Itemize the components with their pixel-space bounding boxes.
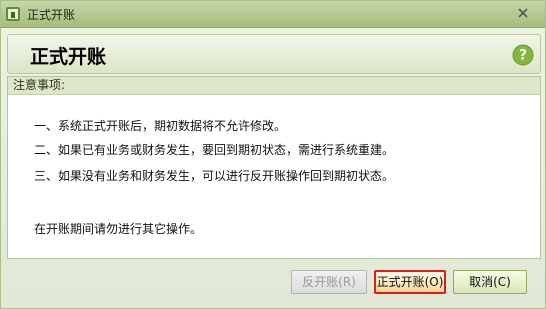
confirm-open-button[interactable]: 正式开账(O) <box>374 270 446 294</box>
window-title: 正式开账 <box>27 8 76 22</box>
note-item-3: 三、如果没有业务和财务发生，可以进行反开账操作回到期初状态。 <box>34 169 395 183</box>
cancel-button[interactable]: 取消(C) <box>453 270 527 294</box>
svg-text:?: ? <box>519 48 527 64</box>
help-icon[interactable]: ? <box>512 44 534 66</box>
page-title: 正式开账 <box>30 46 107 68</box>
note-item-2: 二、如果已有业务或财务发生，要回到期初状态，需进行系统重建。 <box>34 143 395 157</box>
dialog-header: 正式开账 ? <box>7 34 541 74</box>
title-bar[interactable]: 正式开账 <box>1 1 545 28</box>
close-icon[interactable] <box>515 5 531 21</box>
notes-panel: 注意事项: 一、系统正式开账后，期初数据将不允许修改。 二、如果已有业务或财务发… <box>7 76 541 259</box>
open-accounts-dialog: 正式开账 正式开账 ? 注意事项: 一、系统正式开账后，期初数据将不允许修改。 … <box>0 0 546 309</box>
reverse-open-button[interactable]: 反开账(R) <box>291 270 367 294</box>
note-item-1: 一、系统正式开账后，期初数据将不允许修改。 <box>34 119 287 133</box>
note-footer: 在开账期间请勿进行其它操作。 <box>34 222 203 236</box>
app-icon <box>6 7 20 21</box>
notes-title: 注意事项: <box>8 77 540 95</box>
